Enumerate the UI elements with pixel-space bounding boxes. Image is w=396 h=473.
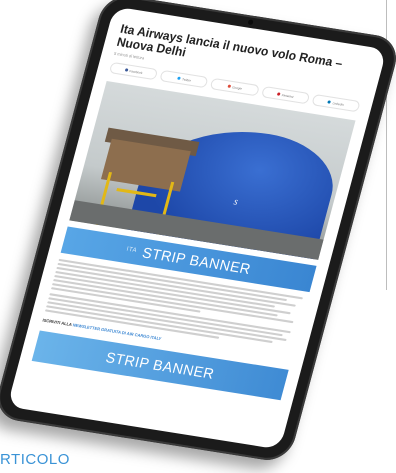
linkedin-icon <box>327 100 332 104</box>
google-icon <box>227 84 231 88</box>
banner-brand: ITA <box>125 246 138 255</box>
pinterest-icon <box>276 92 281 96</box>
banner-label: STRIP BANNER <box>140 243 253 278</box>
share-button-linkedin[interactable]: LinkedIn <box>311 93 361 113</box>
share-button-twitter[interactable]: Twitter <box>159 69 209 89</box>
banner-label: STRIP BANNER <box>104 348 217 382</box>
camera-icon <box>247 19 254 26</box>
share-label: Facebook <box>129 68 144 75</box>
tablet-mockup: Ita Airways lancia il nuovo volo Roma – … <box>0 0 396 470</box>
twitter-icon <box>176 76 181 80</box>
share-label: LinkedIn <box>332 100 345 107</box>
share-button-facebook[interactable]: Facebook <box>108 61 159 81</box>
share-button-google[interactable]: Google <box>209 77 260 97</box>
share-button-pinterest[interactable]: Pinterest <box>260 85 311 105</box>
tablet-screen: Ita Airways lancia il nuovo volo Roma – … <box>7 6 387 450</box>
share-label: Google <box>231 84 243 91</box>
facebook-icon <box>124 68 128 72</box>
tablet-device: Ita Airways lancia il nuovo volo Roma – … <box>0 0 396 464</box>
share-label: Twitter <box>181 76 192 83</box>
newsletter-prefix: ISCRIVITI ALLA <box>41 317 73 328</box>
section-caption: RTICOLO <box>0 451 70 468</box>
share-label: Pinterest <box>281 92 295 99</box>
